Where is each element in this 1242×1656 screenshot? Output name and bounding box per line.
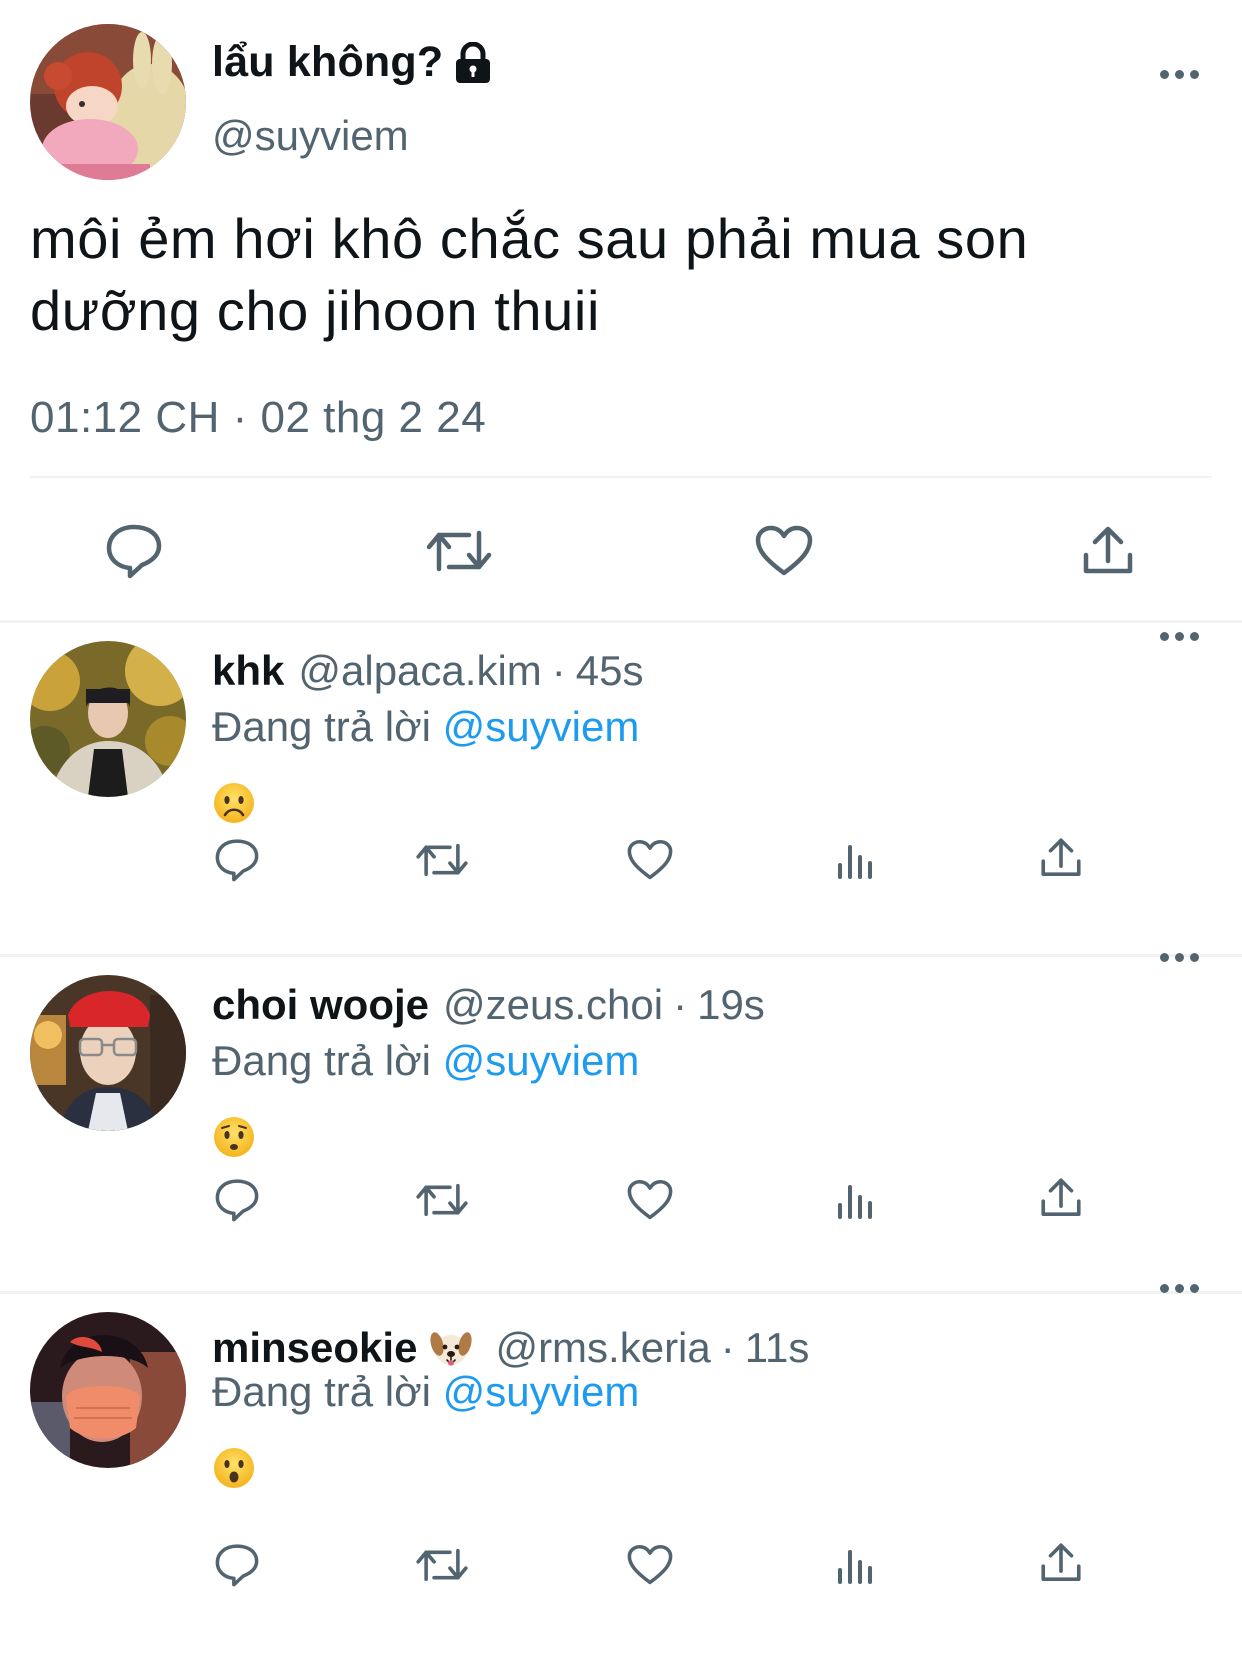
retweet-icon <box>426 530 492 572</box>
views-icon <box>838 1185 872 1219</box>
reply-icon <box>215 839 259 882</box>
replying-to-label: Đang trả lời <box>212 703 431 750</box>
reply-icon <box>215 1544 259 1587</box>
display-name[interactable]: minseokie <box>212 1324 417 1372</box>
more-options-icon[interactable] <box>1160 953 1200 965</box>
share-button[interactable] <box>1038 835 1084 881</box>
lock-icon <box>453 41 493 84</box>
reply-button[interactable] <box>214 1177 260 1223</box>
replying-to-line: Đang trả lời @suyviem <box>212 1037 639 1085</box>
reply-button[interactable] <box>104 522 164 580</box>
username-handle[interactable]: @zeus.choi <box>443 981 663 1029</box>
more-options-icon[interactable] <box>1160 1284 1200 1296</box>
reply-icon <box>215 1179 259 1222</box>
reply-tweet[interactable]: khk @alpaca.kim · 45s Đang trả lời @suyv… <box>0 623 1242 954</box>
replying-to-label: Đang trả lời <box>212 1037 431 1084</box>
share-button[interactable] <box>1038 1175 1084 1221</box>
display-name[interactable]: choi wooje <box>212 981 429 1029</box>
like-icon <box>627 1544 673 1585</box>
worried-face-emoji <box>212 781 256 825</box>
more-options-icon[interactable] <box>1160 70 1200 82</box>
reply-time[interactable]: 45s <box>576 647 644 695</box>
tweet-thread-page: lẩu không? @suyviem môi ẻm hơi khô chắc … <box>0 0 1242 1656</box>
display-name[interactable]: khk <box>212 647 284 695</box>
reply-icon <box>106 524 162 579</box>
like-button[interactable] <box>754 522 814 580</box>
like-icon <box>755 525 813 576</box>
share-icon <box>1041 838 1081 876</box>
like-icon <box>627 1179 673 1220</box>
hushed-face-emoji <box>212 1115 256 1159</box>
reply-time[interactable]: 19s <box>697 981 765 1029</box>
main-tweet: lẩu không? @suyviem môi ẻm hơi khô chắc … <box>0 0 1242 620</box>
avatar[interactable] <box>30 641 186 797</box>
like-button[interactable] <box>626 1177 674 1223</box>
like-button[interactable] <box>626 1542 674 1588</box>
retweet-icon <box>416 843 468 877</box>
reply-header: minseokie @rms.keria · 11s <box>212 1318 809 1372</box>
replying-to-line: Đang trả lời @suyviem <box>212 1368 639 1416</box>
like-button[interactable] <box>626 837 674 883</box>
share-icon <box>1083 526 1133 574</box>
views-icon <box>838 1550 872 1584</box>
divider <box>30 476 1212 478</box>
separator-dot: · <box>720 1324 735 1371</box>
reply-header: khk @alpaca.kim · 45s <box>212 647 643 695</box>
retweet-button[interactable] <box>414 837 470 883</box>
reply-tweet[interactable]: choi wooje @zeus.choi · 19s Đang trả lời… <box>0 953 1242 1291</box>
views-icon <box>838 845 872 879</box>
avatar[interactable] <box>30 1312 186 1468</box>
share-icon <box>1041 1543 1081 1581</box>
tweet-text: môi ẻm hơi khô chắc sau phải mua son dưỡ… <box>30 207 1029 342</box>
avatar-photo <box>30 975 186 1131</box>
reply-button[interactable] <box>214 837 260 883</box>
open-mouth-face-emoji <box>212 1446 256 1490</box>
retweet-button[interactable] <box>424 522 494 580</box>
share-icon <box>1041 1178 1081 1216</box>
display-name[interactable]: lẩu không? <box>212 38 443 87</box>
retweet-icon <box>416 1183 468 1217</box>
dog-face-icon <box>429 1326 473 1370</box>
reply-header: choi wooje @zeus.choi · 19s <box>212 981 765 1029</box>
mention-link[interactable]: @suyviem <box>443 1037 640 1084</box>
mention-link[interactable]: @suyviem <box>443 1368 640 1415</box>
more-options-icon[interactable] <box>1160 632 1200 644</box>
retweet-button[interactable] <box>414 1542 470 1588</box>
mention-link[interactable]: @suyviem <box>443 703 640 750</box>
username-handle[interactable]: @rms.keria <box>495 1324 710 1372</box>
replying-to-label: Đang trả lời <box>212 1368 431 1415</box>
display-name-row: lẩu không? <box>212 38 493 87</box>
like-icon <box>627 839 673 880</box>
views-button[interactable] <box>834 839 878 883</box>
separator-dot: · <box>551 647 566 694</box>
retweet-button[interactable] <box>414 1177 470 1223</box>
avatar-cartoon-image <box>30 24 186 180</box>
username-handle[interactable]: @suyviem <box>212 112 409 160</box>
avatar-photo <box>30 641 186 797</box>
share-button[interactable] <box>1078 522 1138 580</box>
views-button[interactable] <box>834 1179 878 1223</box>
avatar-photo <box>30 1312 186 1468</box>
share-button[interactable] <box>1038 1540 1084 1586</box>
username-handle[interactable]: @alpaca.kim <box>298 647 541 695</box>
separator-dot: · <box>673 981 688 1028</box>
replying-to-line: Đang trả lời @suyviem <box>212 703 639 751</box>
reply-tweet[interactable]: minseokie @rms.keria · 11s Đang trả lời … <box>0 1284 1242 1656</box>
avatar[interactable] <box>30 24 186 180</box>
retweet-icon <box>416 1548 468 1582</box>
avatar[interactable] <box>30 975 186 1131</box>
reply-time[interactable]: 11s <box>745 1324 810 1372</box>
views-button[interactable] <box>834 1544 878 1588</box>
tweet-timestamp[interactable]: 01:12 CH · 02 thg 2 24 <box>30 393 486 443</box>
reply-button[interactable] <box>214 1542 260 1588</box>
